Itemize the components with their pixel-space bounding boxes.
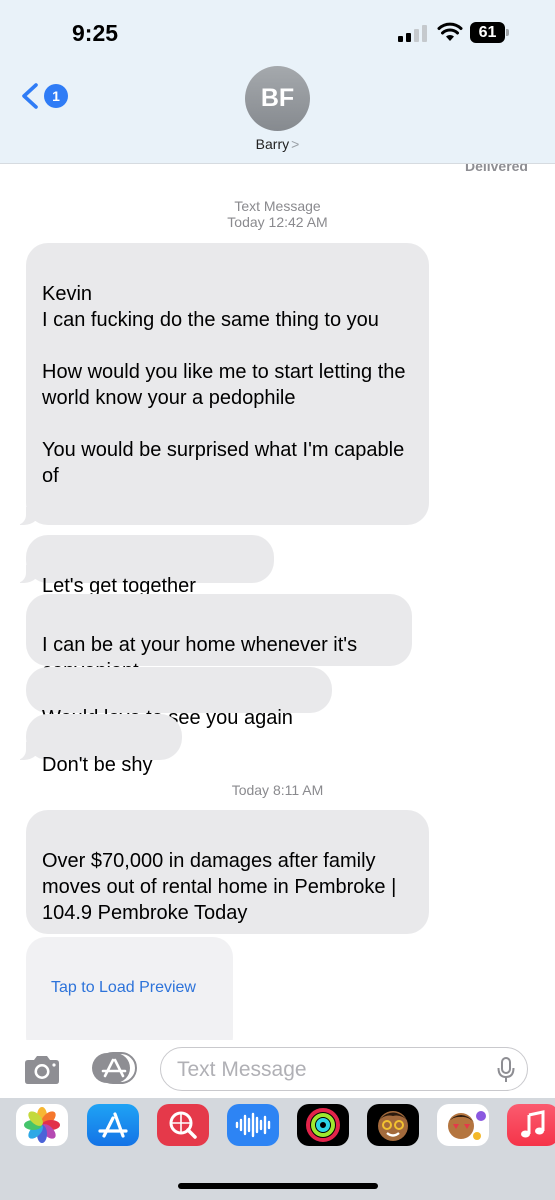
message-bubble[interactable]: Would love to see you again [26, 667, 332, 729]
message-text: Don't be shy [42, 754, 153, 776]
status-time: 9:25 [72, 20, 119, 46]
message-text: Over $70,000 in damages after family mov… [42, 850, 397, 924]
photos-app-icon[interactable] [16, 1104, 68, 1146]
home-indicator[interactable] [178, 1183, 378, 1189]
music-app-icon[interactable] [507, 1104, 555, 1146]
activity-app-icon[interactable] [297, 1104, 349, 1146]
audio-message-app-icon[interactable] [227, 1104, 279, 1146]
camera-icon[interactable] [22, 1054, 62, 1086]
message-bubble[interactable]: Don't be shy [16, 714, 182, 776]
wifi-icon [437, 22, 463, 41]
text-message-placeholder: Text Message [177, 1058, 307, 1081]
battery-percentage: 61 [478, 24, 497, 41]
chevron-right-icon: > [291, 136, 300, 152]
message-input-bar: Text Message [0, 1040, 555, 1098]
microphone-icon[interactable] [497, 1057, 515, 1083]
timestamp-time: Today 12:42 AM [227, 214, 328, 230]
back-button[interactable]: 1 [18, 82, 68, 110]
link-message-bubble[interactable]: Over $70,000 in damages after family mov… [26, 810, 429, 934]
contact-avatar[interactable]: BF [245, 66, 310, 131]
memoji-app-icon[interactable] [367, 1104, 419, 1146]
app-store-apps-icon[interactable] [90, 1052, 138, 1084]
chevron-left-icon [22, 83, 38, 109]
timestamp-header: Today 8:11 AM [0, 782, 555, 798]
timestamp-header: Text Message Today 12:42 AM [0, 198, 555, 230]
unread-count-badge: 1 [44, 84, 68, 108]
cellular-signal-icon [398, 24, 427, 42]
message-bubble[interactable]: I can be at your home whenever it's conv… [26, 594, 412, 682]
service-label: Text Message [234, 198, 321, 214]
message-bubble[interactable]: Let's get together ❤️ [16, 535, 274, 623]
text-message-field[interactable]: Text Message [160, 1047, 528, 1091]
tap-to-load-preview-link[interactable]: Tap to Load Preview [51, 979, 196, 997]
conversation-header: 9:25 61 1 BF Barry > [0, 0, 555, 164]
link-preview-card[interactable]: Tap to Load Preview [26, 937, 233, 1057]
contact-name-button[interactable]: Barry > [0, 136, 555, 152]
contact-name: Barry [255, 136, 290, 152]
battery-icon: 61 [470, 22, 510, 43]
image-search-app-icon[interactable] [157, 1104, 209, 1146]
app-store-app-icon[interactable] [87, 1104, 139, 1146]
message-text: Kevin I can fucking do the same thing to… [42, 283, 406, 487]
message-bubble[interactable]: Kevin I can fucking do the same thing to… [16, 243, 429, 525]
timestamp-time: Today 8:11 AM [231, 782, 324, 798]
memoji-stickers-app-icon[interactable] [437, 1104, 489, 1146]
